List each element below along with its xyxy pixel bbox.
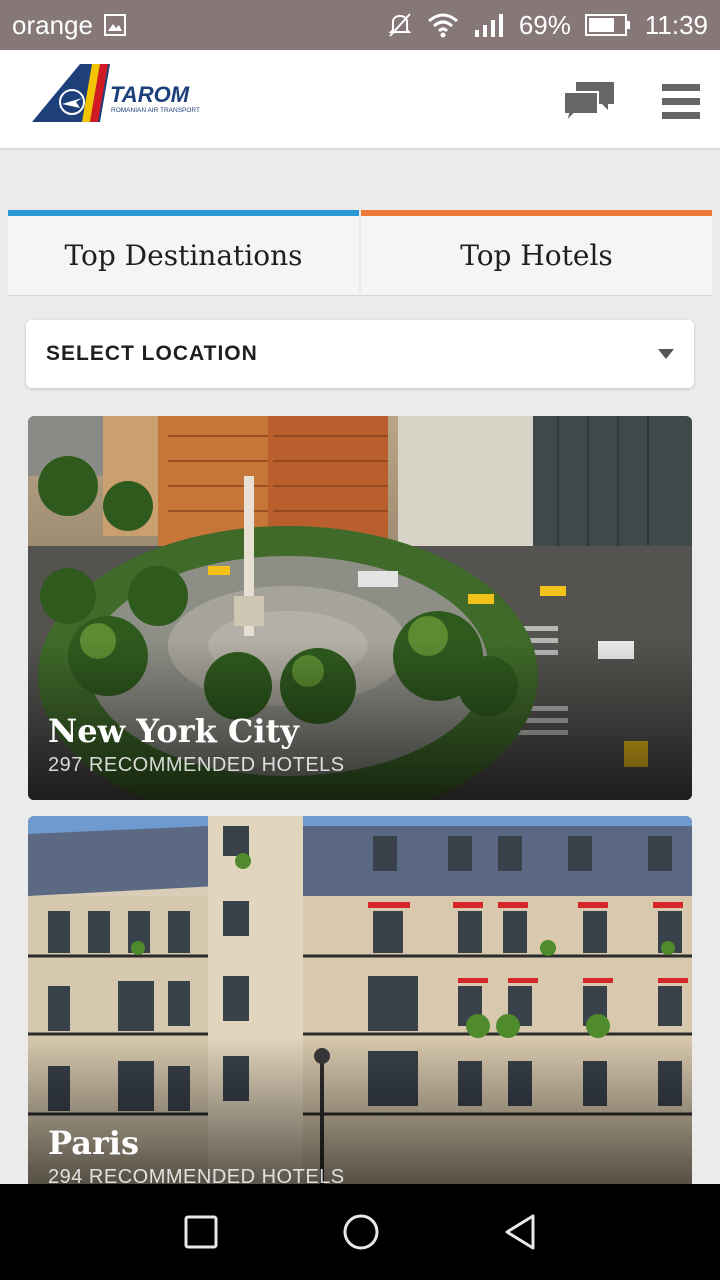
tab-top-destinations[interactable]: Top Destinations <box>8 210 359 296</box>
tarom-logo[interactable]: TAROM ROMANIAN AIR TRANSPORT <box>30 62 210 126</box>
system-nav-bar <box>0 1184 720 1280</box>
clock: 11:39 <box>644 9 708 40</box>
dropdown-arrow-icon <box>658 349 674 359</box>
brand-name: TAROM <box>110 82 190 107</box>
battery-percent: 69% <box>518 9 571 40</box>
tarom-logo-mark: TAROM ROMANIAN AIR TRANSPORT <box>32 64 200 122</box>
destination-city: Paris <box>48 1124 139 1162</box>
location-select[interactable]: SELECT LOCATION <box>26 320 694 388</box>
brand-tagline: ROMANIAN AIR TRANSPORT <box>111 107 200 114</box>
tab-top-hotels[interactable]: Top Hotels <box>361 210 712 296</box>
battery-icon <box>584 14 630 36</box>
mute-icon <box>388 13 412 37</box>
status-bar: orange 69% 11:39 <box>0 0 720 50</box>
tab-bar: Top Destinations Top Hotels <box>8 210 712 296</box>
home-icon[interactable] <box>339 1210 383 1254</box>
carrier-name: orange <box>12 9 93 40</box>
wifi-icon <box>427 13 458 38</box>
status-icons: 69% 11:39 <box>387 10 708 41</box>
signal-icon <box>474 14 503 37</box>
destination-hotel-count: 297 RECOMMENDED HOTELS <box>48 754 345 776</box>
carrier-group: orange <box>12 10 127 41</box>
chat-icon[interactable] <box>562 80 616 124</box>
location-select-label: SELECT LOCATION <box>46 342 258 365</box>
back-icon[interactable] <box>499 1210 543 1254</box>
destination-city: New York City <box>48 712 299 750</box>
menu-icon[interactable] <box>660 82 702 122</box>
app-header: TAROM ROMANIAN AIR TRANSPORT <box>0 50 720 150</box>
destination-card-new-york[interactable]: New York City 297 RECOMMENDED HOTELS <box>28 416 692 800</box>
destination-card-paris[interactable]: Paris 294 RECOMMENDED HOTELS <box>28 816 692 1196</box>
image-icon <box>103 14 126 36</box>
recents-icon[interactable] <box>179 1210 223 1254</box>
